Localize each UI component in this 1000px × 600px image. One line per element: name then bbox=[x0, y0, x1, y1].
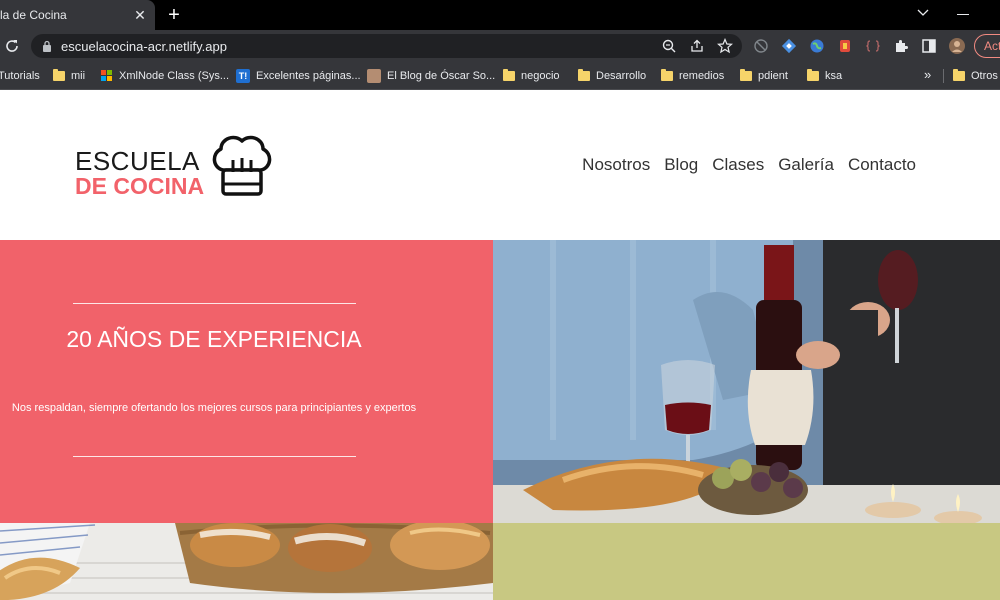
hero-text-block: 20 AÑOS DE EXPERIENCIA Nos respaldan, si… bbox=[0, 240, 493, 523]
nav-contacto[interactable]: Contacto bbox=[848, 155, 916, 175]
bookmark-item[interactable]: pdient bbox=[740, 62, 788, 90]
folder-icon bbox=[740, 69, 752, 81]
extensions-puzzle-icon[interactable] bbox=[893, 38, 909, 54]
folder-icon bbox=[578, 69, 590, 81]
active-tab[interactable]: la de Cocina ✕ bbox=[0, 0, 155, 30]
bookmark-item[interactable]: Tutorials bbox=[0, 62, 40, 90]
folder-icon bbox=[503, 69, 515, 81]
bookmarks-more-icon[interactable]: » bbox=[924, 67, 931, 82]
address-bar[interactable]: escuelacocina-acr.netlify.app bbox=[31, 34, 742, 58]
bookmark-label: mii bbox=[71, 70, 86, 82]
chevron-down-icon[interactable] bbox=[915, 5, 931, 21]
bookmark-label: Tutorials bbox=[0, 70, 40, 82]
bookmark-label: Desarrollo bbox=[596, 70, 647, 82]
close-icon[interactable]: ✕ bbox=[131, 6, 149, 24]
extension-diamond-icon[interactable] bbox=[781, 38, 797, 54]
profile-avatar-icon[interactable] bbox=[949, 38, 965, 54]
t-logo-icon: T! bbox=[236, 69, 250, 83]
main-nav: Nosotros Blog Clases Galería Contacto bbox=[582, 155, 916, 175]
nav-clases[interactable]: Clases bbox=[712, 155, 764, 175]
reload-icon[interactable] bbox=[4, 38, 20, 54]
page-content: ESCUELA DE COCINA Nosotros Blog Clases G… bbox=[0, 91, 1000, 600]
extension-globe-icon[interactable] bbox=[809, 38, 825, 54]
hero-divider-bottom bbox=[73, 456, 356, 457]
bookmarks-divider bbox=[943, 69, 944, 83]
tab-title: la de Cocina bbox=[0, 8, 67, 22]
extension-red-icon[interactable] bbox=[837, 38, 853, 54]
new-tab-icon[interactable]: + bbox=[164, 4, 184, 26]
site-logo[interactable]: ESCUELA DE COCINA bbox=[75, 132, 275, 199]
bookmark-item[interactable]: T! Excelentes páginas... bbox=[236, 62, 361, 90]
extension-braces-icon[interactable] bbox=[865, 38, 881, 54]
bookmark-item[interactable]: Desarrollo bbox=[578, 62, 646, 90]
bookmark-label: El Blog de Óscar So... bbox=[387, 70, 496, 82]
extension-blocked-icon[interactable] bbox=[753, 38, 769, 54]
nav-nosotros[interactable]: Nosotros bbox=[582, 155, 650, 175]
bookmark-label: ksa bbox=[825, 70, 843, 82]
wine-dinner-photo bbox=[493, 240, 1000, 523]
bookmark-item[interactable]: XmlNode Class (Sys... bbox=[101, 62, 229, 90]
avatar-icon bbox=[367, 69, 381, 83]
bread-basket-photo bbox=[0, 523, 493, 600]
bookmark-item[interactable]: El Blog de Óscar So... bbox=[367, 62, 495, 90]
nav-blog[interactable]: Blog bbox=[664, 155, 698, 175]
folder-icon bbox=[807, 69, 819, 81]
bookmark-label: Excelentes páginas... bbox=[256, 70, 361, 82]
other-bookmarks[interactable]: Otros bbox=[953, 62, 998, 90]
folder-icon bbox=[661, 69, 673, 81]
tab-bar: la de Cocina ✕ + bbox=[0, 0, 1000, 30]
bookmark-label: negocio bbox=[521, 70, 560, 82]
bookmark-item[interactable]: negocio bbox=[503, 62, 560, 90]
folder-icon bbox=[53, 69, 65, 81]
bookmark-item[interactable]: remedios bbox=[661, 62, 724, 90]
update-button[interactable]: Act bbox=[974, 34, 1000, 58]
folder-icon bbox=[953, 69, 965, 81]
share-icon[interactable] bbox=[689, 38, 705, 54]
bookmarks-bar: Tutorials mii XmlNode Class (Sys... T! E… bbox=[0, 62, 1000, 90]
hero-title: 20 AÑOS DE EXPERIENCIA bbox=[66, 326, 362, 352]
bookmark-label: pdient bbox=[758, 70, 788, 82]
olive-color-block bbox=[493, 523, 1000, 600]
zoom-icon[interactable] bbox=[661, 38, 677, 54]
hero-description: Nos respaldan, siempre ofertando los mej… bbox=[11, 402, 417, 414]
lock-icon[interactable] bbox=[42, 40, 52, 52]
bookmark-item[interactable]: ksa bbox=[807, 62, 842, 90]
other-bookmarks-label: Otros bbox=[971, 70, 998, 82]
microsoft-icon bbox=[101, 70, 113, 82]
site-header: ESCUELA DE COCINA Nosotros Blog Clases G… bbox=[0, 91, 1000, 240]
logo-line-2: DE COCINA bbox=[75, 173, 205, 199]
bookmark-label: remedios bbox=[679, 70, 725, 82]
nav-galeria[interactable]: Galería bbox=[778, 155, 834, 175]
bookmark-label: XmlNode Class (Sys... bbox=[119, 70, 230, 82]
star-icon[interactable] bbox=[717, 38, 733, 54]
browser-toolbar: escuelacocina-acr.netlify.app Act bbox=[0, 30, 1000, 62]
minimize-icon[interactable] bbox=[957, 14, 969, 15]
url-text[interactable]: escuelacocina-acr.netlify.app bbox=[61, 39, 227, 54]
bookmark-item[interactable]: mii bbox=[53, 62, 85, 90]
side-panel-icon[interactable] bbox=[921, 38, 937, 54]
hero-divider-top bbox=[73, 303, 356, 304]
chef-hat-icon bbox=[212, 135, 272, 196]
